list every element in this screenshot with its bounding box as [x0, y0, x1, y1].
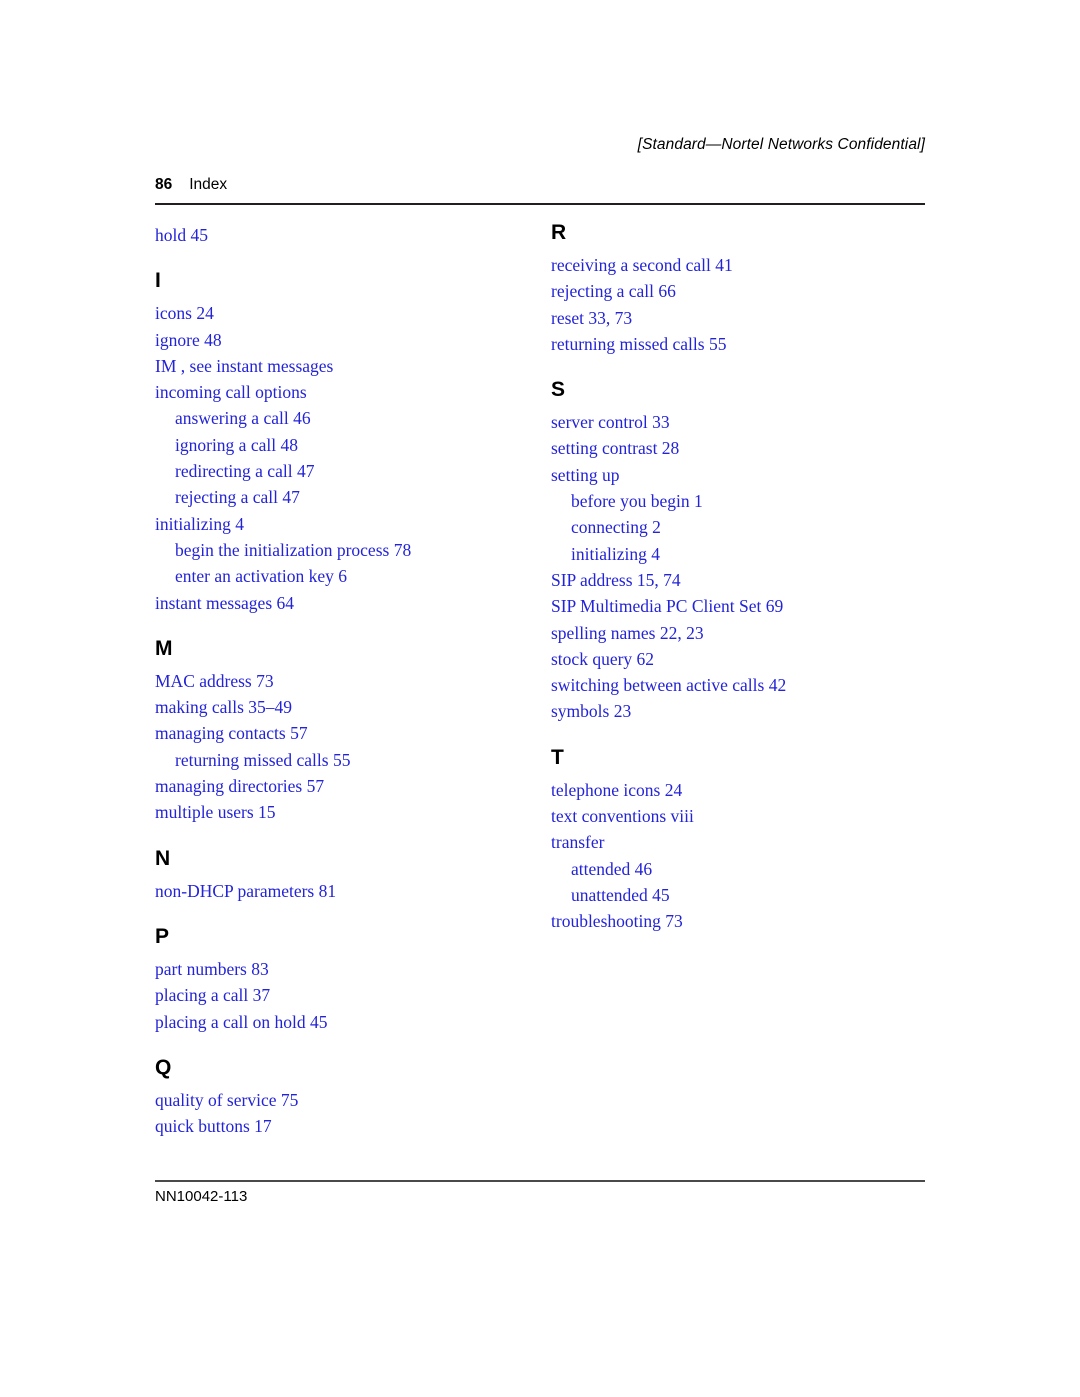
index-entry-list: receiving a second call 41 rejecting a ca…: [551, 252, 921, 357]
heading-spacer: [155, 291, 525, 300]
index-entry[interactable]: transfer: [551, 829, 921, 855]
index-entry[interactable]: placing a call on hold 45: [155, 1009, 525, 1035]
index-entry-list: icons 24 ignore 48 IM , see instant messag…: [155, 300, 525, 616]
index-entry[interactable]: managing contacts 57: [155, 720, 525, 746]
letter-heading-m: M: [155, 636, 173, 660]
index-entry[interactable]: rejecting a call 66: [551, 278, 921, 304]
index-column-left: hold 45 Iicons 24 ignore 48 IM , see instan…: [155, 222, 525, 1139]
index-entry[interactable]: incoming call options: [155, 379, 525, 405]
index-entry-list: hold 45: [155, 222, 525, 248]
heading-spacer: [155, 1078, 525, 1087]
header-rule: [155, 203, 925, 205]
index-entry-list: part numbers 83 placing a call 37 placing …: [155, 956, 525, 1035]
index-entry[interactable]: making calls 35–49: [155, 694, 525, 720]
letter-heading-n: N: [155, 846, 171, 870]
heading-spacer: [155, 659, 525, 668]
index-entry[interactable]: instant messages 64: [155, 590, 525, 616]
index-entry[interactable]: receiving a second call 41: [551, 252, 921, 278]
letter-heading-p: P: [155, 924, 170, 948]
heading-spacer: [155, 869, 525, 878]
index-page: [Standard—Nortel Networks Confidential] …: [0, 0, 1080, 1397]
index-subentry[interactable]: begin the initialization process 78: [155, 537, 525, 563]
index-subentry[interactable]: answering a call 46: [155, 405, 525, 431]
index-entry[interactable]: stock query 62: [551, 646, 921, 672]
page-number: 86: [155, 176, 173, 193]
index-entry[interactable]: quality of service 75: [155, 1087, 525, 1113]
document-code: NN10042-113: [155, 1188, 248, 1205]
index-subentry[interactable]: before you begin 1: [551, 488, 921, 514]
letter-heading-t: T: [551, 745, 564, 769]
index-entry[interactable]: reset 33, 73: [551, 305, 921, 331]
heading-spacer: [155, 947, 525, 956]
heading-spacer: [551, 768, 921, 777]
index-column-right: Rreceiving a second call 41 rejecting a c…: [551, 222, 921, 935]
footer-rule: [155, 1180, 925, 1182]
index-subentry[interactable]: ignoring a call 48: [155, 432, 525, 458]
index-entry[interactable]: setting up: [551, 462, 921, 488]
index-entry-list: quality of service 75 quick buttons 17: [155, 1087, 525, 1140]
index-subentry[interactable]: returning missed calls 55: [155, 747, 525, 773]
chapter-title: Index: [189, 176, 228, 193]
index-entry-list: telephone icons 24 text conventions viii t…: [551, 777, 921, 935]
index-entry[interactable]: non-DHCP parameters 81: [155, 878, 525, 904]
index-entry[interactable]: initializing 4: [155, 511, 525, 537]
index-entry[interactable]: managing directories 57: [155, 773, 525, 799]
index-entry[interactable]: placing a call 37: [155, 982, 525, 1008]
index-entry[interactable]: IM , see instant messages: [155, 353, 525, 379]
running-header-classification: [Standard—Nortel Networks Confidential]: [637, 136, 925, 153]
page-head: 86 Index: [155, 176, 227, 194]
index-entry[interactable]: symbols 23: [551, 698, 921, 724]
index-entry-list: non-DHCP parameters 81: [155, 878, 525, 904]
index-entry[interactable]: quick buttons 17: [155, 1113, 525, 1139]
index-entry[interactable]: SIP Multimedia PC Client Set 69: [551, 593, 921, 619]
index-subentry[interactable]: connecting 2: [551, 514, 921, 540]
index-entry[interactable]: spelling names 22, 23: [551, 620, 921, 646]
letter-heading-i: I: [155, 269, 161, 293]
index-entry[interactable]: text conventions viii: [551, 803, 921, 829]
index-entry[interactable]: switching between active calls 42: [551, 672, 921, 698]
index-subentry[interactable]: unattended 45: [551, 882, 921, 908]
index-subentry[interactable]: initializing 4: [551, 541, 921, 567]
index-entry[interactable]: telephone icons 24: [551, 777, 921, 803]
index-entry[interactable]: hold 45: [155, 222, 525, 248]
index-entry[interactable]: icons 24: [155, 300, 525, 326]
heading-spacer: [551, 243, 921, 252]
index-entry[interactable]: part numbers 83: [155, 956, 525, 982]
index-subentry[interactable]: enter an activation key 6: [155, 563, 525, 589]
index-subentry[interactable]: redirecting a call 47: [155, 458, 525, 484]
index-entry[interactable]: returning missed calls 55: [551, 331, 921, 357]
index-subentry[interactable]: attended 46: [551, 856, 921, 882]
index-entry[interactable]: setting contrast 28: [551, 435, 921, 461]
letter-heading-s: S: [551, 378, 566, 402]
index-entry-list: MAC address 73 making calls 35–49 managing…: [155, 668, 525, 826]
index-entry-list: server control 33 setting contrast 28 sett…: [551, 409, 921, 725]
letter-heading-r: R: [551, 221, 567, 244]
index-subentry[interactable]: rejecting a call 47: [155, 484, 525, 510]
index-entry[interactable]: SIP address 15, 74: [551, 567, 921, 593]
index-entry[interactable]: troubleshooting 73: [551, 908, 921, 934]
heading-spacer: [551, 400, 921, 409]
index-entry[interactable]: multiple users 15: [155, 799, 525, 825]
index-entry[interactable]: server control 33: [551, 409, 921, 435]
index-entry[interactable]: ignore 48: [155, 327, 525, 353]
index-entry[interactable]: MAC address 73: [155, 668, 525, 694]
letter-heading-q: Q: [155, 1055, 172, 1079]
